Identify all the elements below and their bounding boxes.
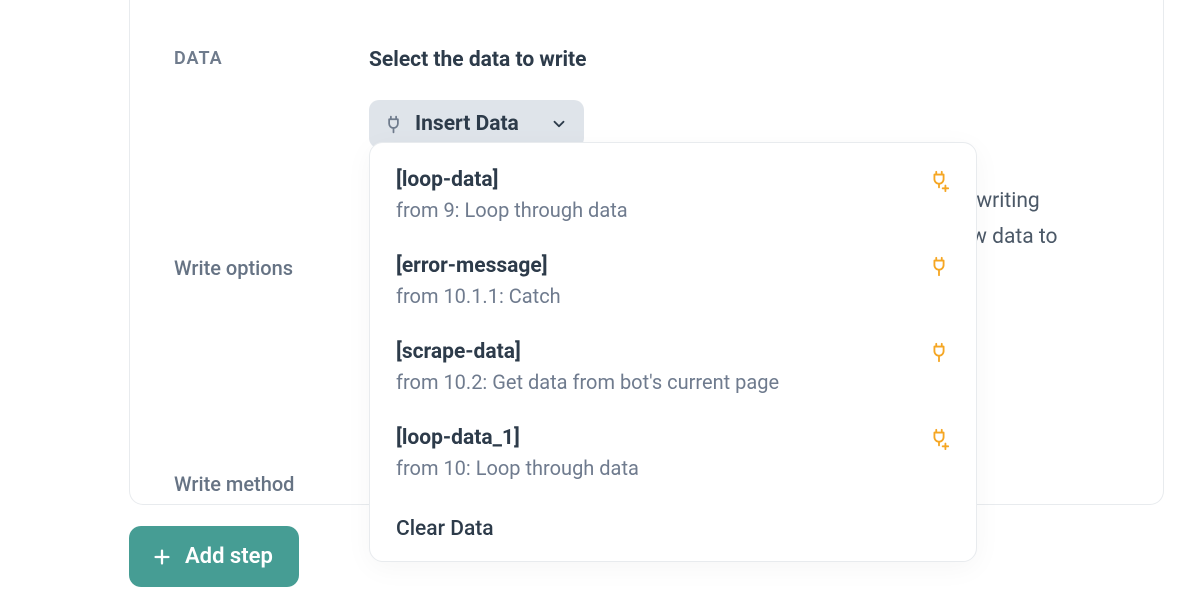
dropdown-item-scrape-data[interactable]: [scrape-data] from 10.2: Get data from b… — [370, 323, 976, 409]
dropdown-item-error-message[interactable]: [error-message] from 10.1.1: Catch — [370, 237, 976, 323]
dropdown-clear-data[interactable]: Clear Data — [370, 495, 976, 553]
dropdown-item-title: [error-message] — [396, 254, 910, 278]
add-step-label: Add step — [185, 544, 273, 569]
dropdown-item-loop-data-1[interactable]: [loop-data_1] from 10: Loop through data — [370, 409, 976, 495]
add-step-button[interactable]: Add step — [129, 526, 299, 587]
plug-icon — [928, 256, 950, 278]
data-content: Select the data to write Insert Data — [369, 48, 1163, 148]
dropdown-item-sub: from 9: Loop through data — [396, 198, 910, 222]
label-data: DATA — [174, 48, 369, 69]
plug-icon — [928, 342, 950, 364]
dropdown-item-sub: from 10.1.1: Catch — [396, 284, 910, 308]
dropdown-item-title: [loop-data] — [396, 168, 910, 192]
label-write-options: Write options — [174, 256, 369, 280]
plug-add-icon — [928, 428, 950, 450]
dropdown-item-sub: from 10.2: Get data from bot's current p… — [396, 370, 910, 394]
dropdown-item-title: [loop-data_1] — [396, 426, 910, 450]
chevron-down-icon — [550, 115, 568, 133]
insert-data-button[interactable]: Insert Data — [369, 100, 584, 148]
insert-data-label: Insert Data — [415, 112, 519, 136]
row-data: DATA Select the data to write Insert Dat… — [130, 48, 1163, 148]
dropdown-item-loop-data[interactable]: [loop-data] from 9: Loop through data — [370, 151, 976, 237]
plug-add-icon — [928, 170, 950, 192]
insert-data-dropdown: [loop-data] from 9: Loop through data [e… — [369, 142, 977, 562]
dropdown-item-title: [scrape-data] — [396, 340, 910, 364]
section-title: Select the data to write — [369, 48, 1163, 72]
dropdown-item-sub: from 10: Loop through data — [396, 456, 910, 480]
plus-icon — [151, 546, 173, 568]
plug-icon — [383, 114, 404, 135]
label-write-method: Write method — [174, 472, 369, 496]
